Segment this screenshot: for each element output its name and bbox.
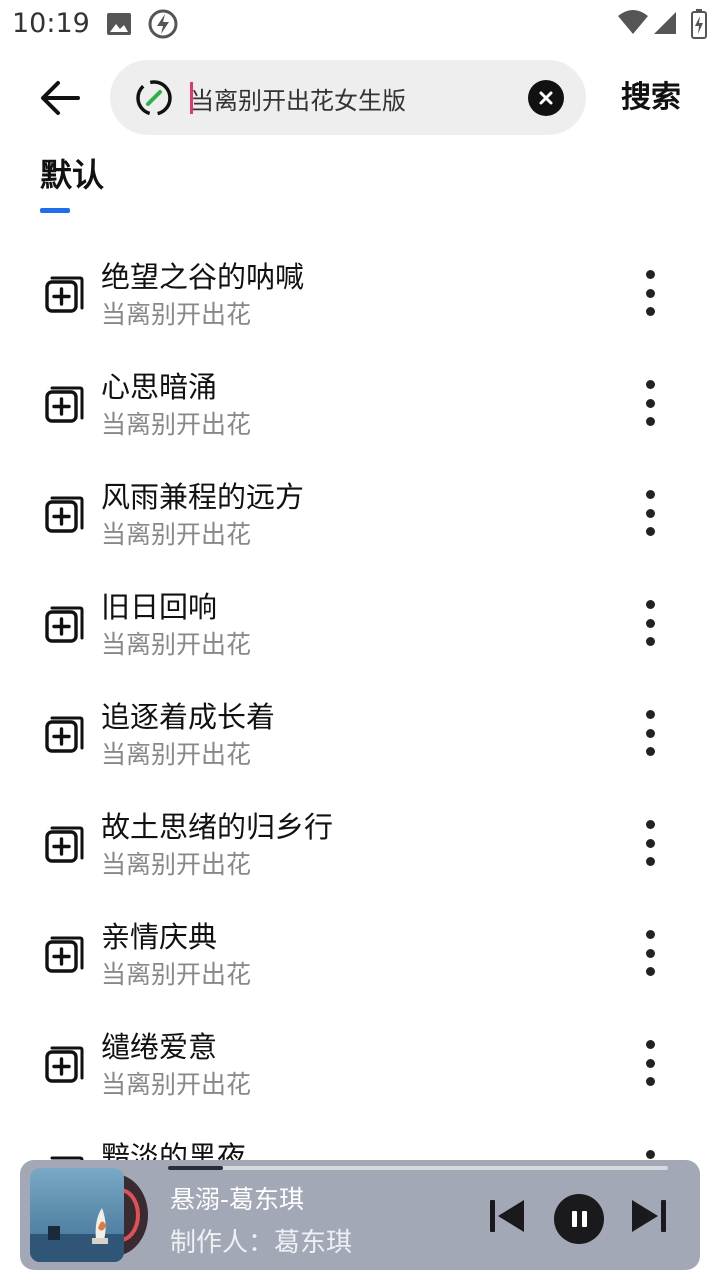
next-track-button[interactable]: [626, 1196, 670, 1236]
song-title: 旧日回响: [101, 590, 218, 624]
song-artist: 当离别开出花: [101, 520, 252, 549]
status-time: 10:19: [12, 8, 90, 39]
more-options-button[interactable]: [630, 930, 670, 976]
add-to-playlist-icon[interactable]: [44, 822, 86, 864]
more-options-button[interactable]: [630, 490, 670, 536]
song-artist: 当离别开出花: [101, 960, 252, 989]
more-vertical-icon: [645, 1150, 655, 1159]
more-vertical-icon: [645, 270, 655, 279]
song-title: 风雨兼程的远方: [101, 480, 305, 514]
song-row[interactable]: 绝望之谷的呐喊当离别开出花: [0, 240, 720, 350]
more-options-button[interactable]: [630, 380, 670, 426]
more-vertical-icon: [645, 820, 655, 829]
add-to-playlist-icon[interactable]: [44, 602, 86, 644]
song-title: 故土思绪的归乡行: [101, 810, 334, 844]
now-playing-title: 悬溺-葛东琪: [170, 1185, 305, 1214]
song-title: 亲情庆典: [101, 920, 218, 954]
album-cover[interactable]: [30, 1168, 124, 1262]
song-title: 缱绻爱意: [101, 1030, 218, 1064]
search-bar[interactable]: [110, 60, 586, 135]
song-row[interactable]: 黯淡的黑夜: [0, 1120, 720, 1160]
song-row[interactable]: 缱绻爱意当离别开出花: [0, 1010, 720, 1120]
add-to-playlist-icon[interactable]: [44, 1152, 86, 1160]
more-vertical-icon: [645, 380, 655, 389]
song-row[interactable]: 旧日回响当离别开出花: [0, 570, 720, 680]
status-bar: 10:19: [0, 0, 720, 48]
more-vertical-icon: [645, 930, 655, 939]
add-to-playlist-icon[interactable]: [44, 492, 86, 534]
gallery-icon: [107, 13, 131, 35]
pause-icon-bar: [581, 1211, 587, 1227]
song-title: 追逐着成长着: [101, 700, 276, 734]
now-playing-author: 制作人：葛东琪: [170, 1228, 353, 1258]
search-results-screen: 10:19 当离别开出花女生版 搜索 默认 绝望之谷的呐喊 当离别开出花 心思暗…: [0, 0, 720, 1280]
add-to-playlist-icon[interactable]: [44, 712, 86, 754]
pause-icon: [571, 1211, 577, 1227]
power-saving-icon: [148, 9, 178, 39]
tab-default[interactable]: 默认: [40, 150, 104, 196]
more-options-button[interactable]: [630, 820, 670, 866]
pause-button[interactable]: [554, 1194, 604, 1244]
search-button[interactable]: 搜索: [608, 74, 694, 122]
song-title: 黯淡的黑夜: [101, 1140, 247, 1160]
song-row[interactable]: 亲情庆典当离别开出花: [0, 900, 720, 1010]
more-vertical-icon: [645, 710, 655, 719]
song-list: 绝望之谷的呐喊 当离别开出花 心思暗涌 当离别开出花 风雨兼程的远方 当离别开出花 旧日回响…: [0, 240, 720, 1160]
more-vertical-icon: [645, 490, 655, 499]
song-artist: 当离别开出花: [101, 850, 252, 879]
more-options-button[interactable]: [630, 710, 670, 756]
link-icon: [136, 80, 172, 116]
search-input[interactable]: [190, 77, 510, 119]
more-options-button[interactable]: [630, 270, 670, 316]
song-row[interactable]: 故土思绪的归乡行当离别开出花: [0, 790, 720, 900]
wifi-icon: [618, 10, 648, 34]
tab-indicator: [40, 208, 70, 213]
more-options-button[interactable]: [630, 1150, 670, 1160]
signal-icon: [654, 12, 676, 34]
more-options-button[interactable]: [630, 600, 670, 646]
song-row[interactable]: 心思暗涌当离别开出花: [0, 350, 720, 460]
song-title: 绝望之谷的呐喊: [101, 260, 305, 294]
progress-fill: [168, 1166, 223, 1170]
add-to-playlist-icon[interactable]: [44, 272, 86, 314]
battery-charging-icon: [691, 9, 707, 39]
song-artist: 当离别开出花: [101, 1070, 252, 1099]
close-icon: [539, 91, 553, 105]
song-title: 心思暗涌: [101, 370, 218, 404]
album-cover-image: [30, 1168, 124, 1262]
text-cursor: [190, 82, 193, 114]
song-row[interactable]: 追逐着成长着当离别开出花: [0, 680, 720, 790]
add-to-playlist-icon[interactable]: [44, 932, 86, 974]
add-to-playlist-icon[interactable]: [44, 382, 86, 424]
song-artist: 当离别开出花: [101, 740, 252, 769]
more-vertical-icon: [645, 1040, 655, 1049]
more-options-button[interactable]: [630, 1040, 670, 1086]
song-artist: 当离别开出花: [101, 630, 252, 659]
previous-track-button[interactable]: [486, 1196, 530, 1236]
song-artist: 当离别开出花: [101, 300, 252, 329]
more-vertical-icon: [645, 600, 655, 609]
back-button[interactable]: [30, 70, 90, 126]
song-row[interactable]: 风雨兼程的远方当离别开出花: [0, 460, 720, 570]
mini-player[interactable]: 悬溺-葛东琪 制作人：葛东琪: [20, 1160, 700, 1270]
song-artist: 当离别开出花: [101, 410, 252, 439]
clear-search-button[interactable]: [528, 80, 564, 116]
add-to-playlist-icon[interactable]: [44, 1042, 86, 1084]
arrow-left-icon: [41, 81, 80, 115]
progress-bar[interactable]: [168, 1166, 668, 1170]
